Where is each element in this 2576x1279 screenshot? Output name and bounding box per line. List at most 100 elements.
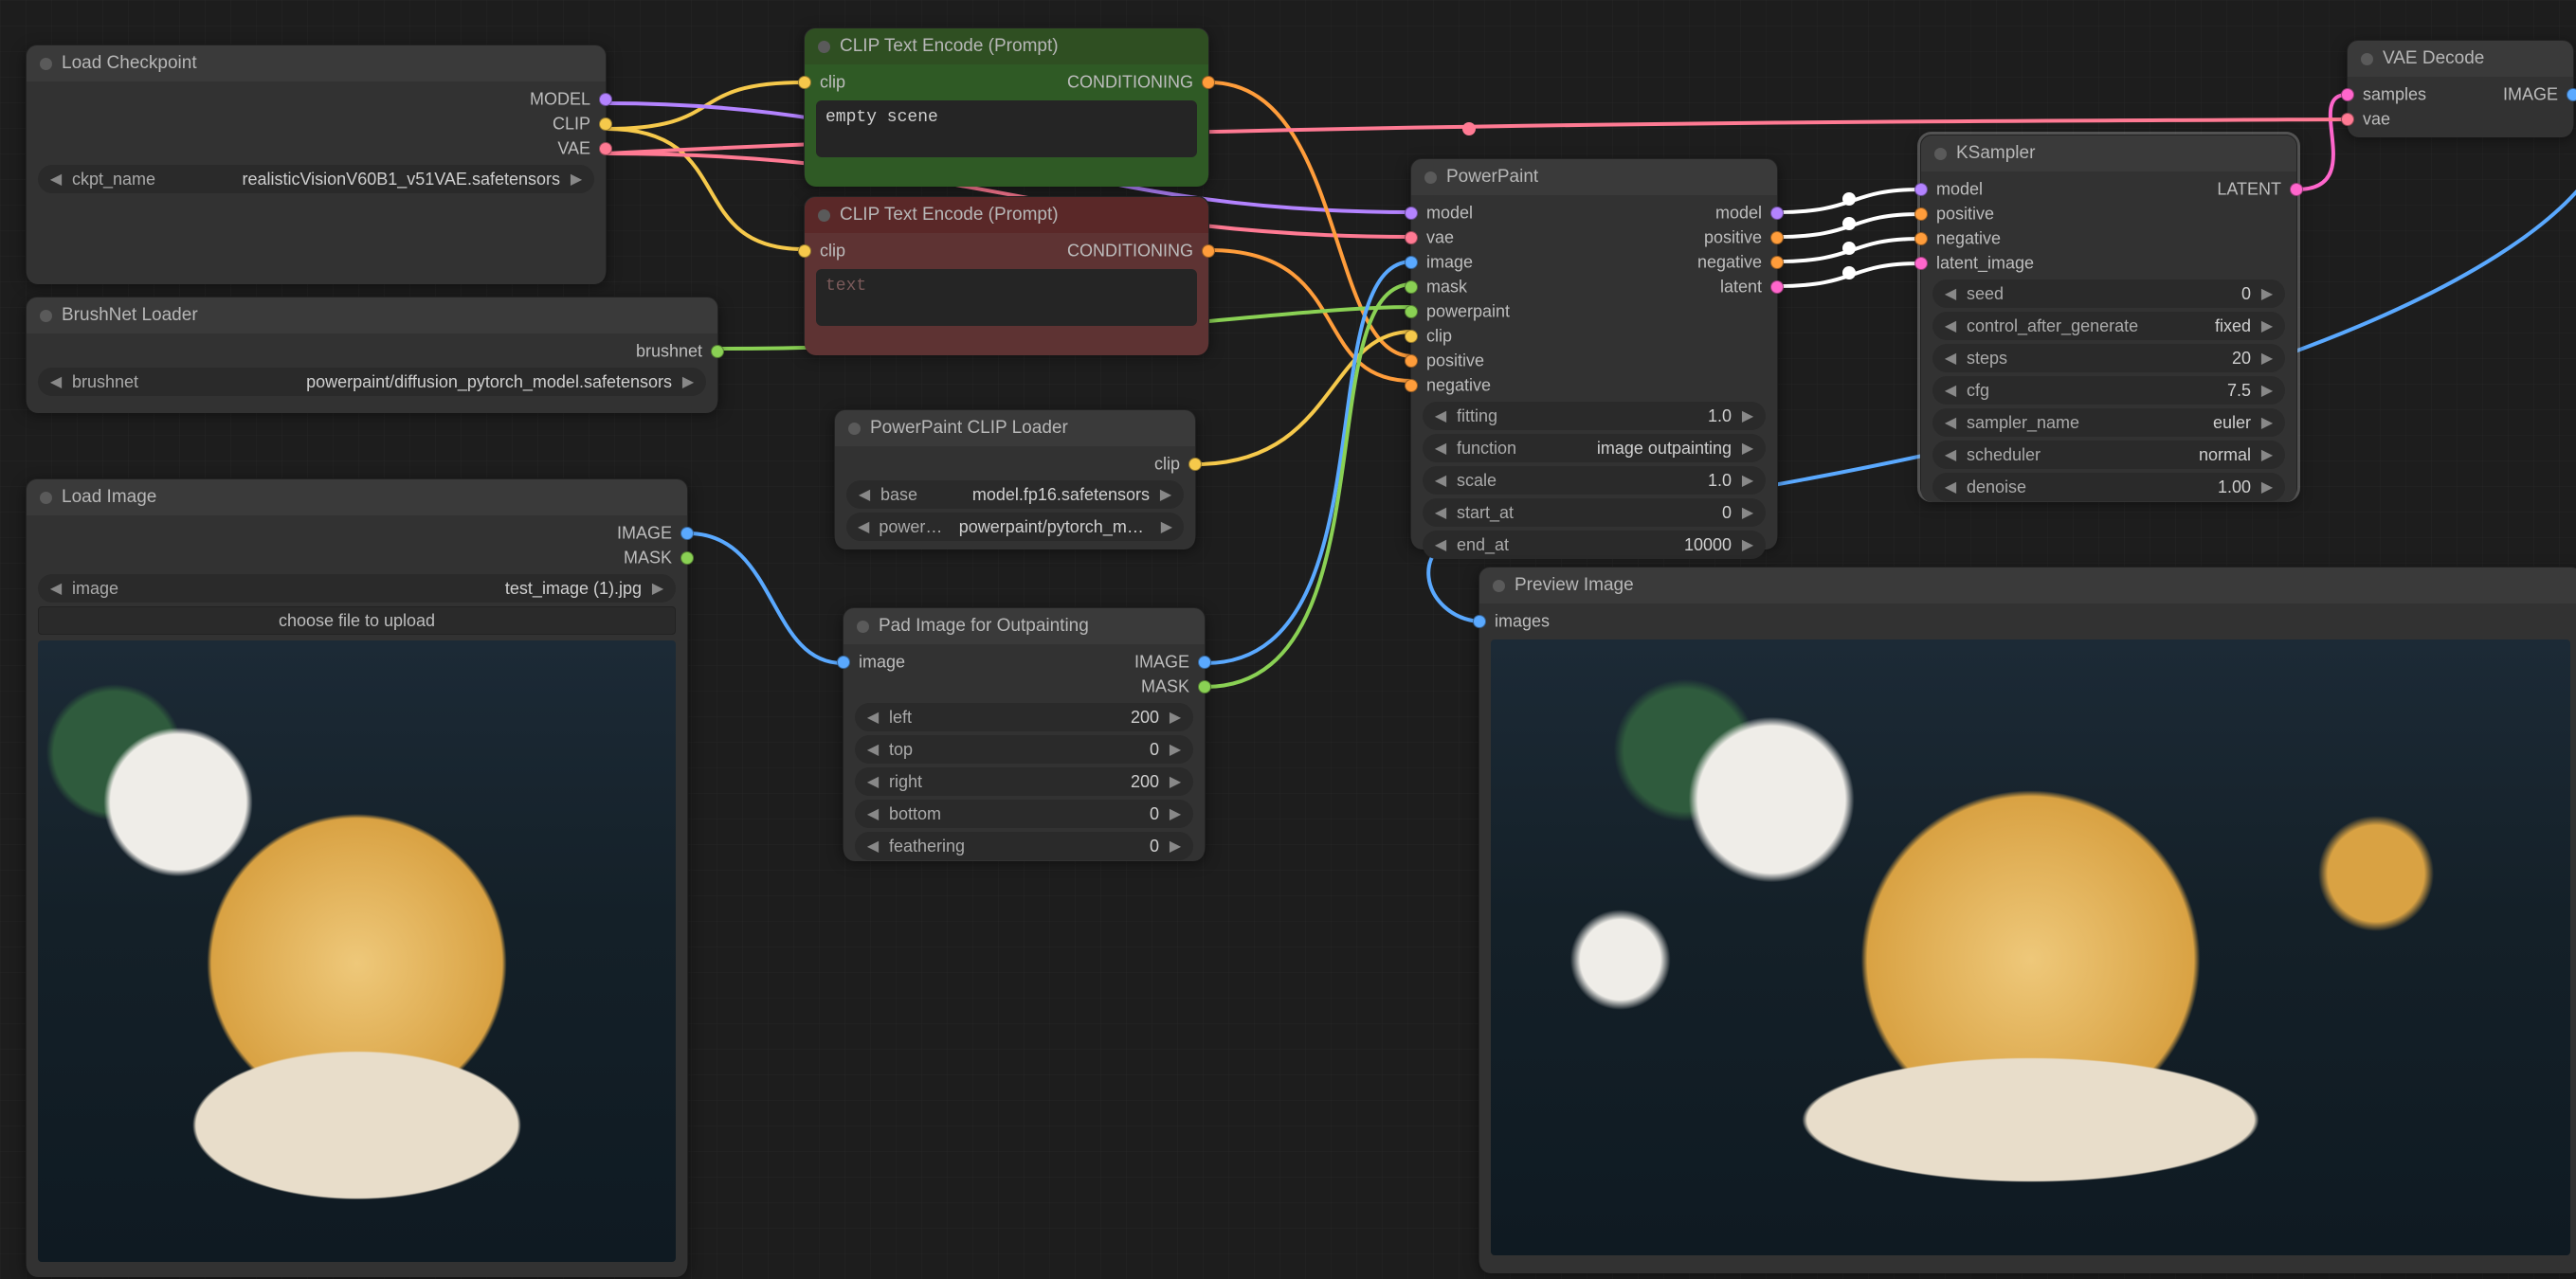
arrow-right-icon[interactable]: ▶: [1741, 471, 1754, 490]
node-vae-decode[interactable]: VAE Decode samplesIMAGE vae: [2347, 40, 2574, 135]
control-combo[interactable]: ◀control_after_generatefixed▶: [1932, 312, 2285, 340]
arrow-right-icon[interactable]: ▶: [2260, 316, 2274, 335]
port-latent-image-in[interactable]: [1914, 257, 1928, 270]
prompt-textarea[interactable]: empty scene: [816, 100, 1197, 157]
port-negative-out[interactable]: [1770, 256, 1784, 269]
node-pad-image[interactable]: Pad Image for Outpainting image IMAGE MA…: [843, 607, 1206, 858]
right-input[interactable]: ◀right200▶: [855, 767, 1193, 796]
prompt-textarea[interactable]: text: [816, 269, 1197, 326]
node-clip-negative[interactable]: CLIP Text Encode (Prompt) clip CONDITION…: [804, 196, 1209, 352]
scale-input[interactable]: ◀scale1.0▶: [1423, 466, 1766, 495]
arrow-left-icon[interactable]: ◀: [1434, 406, 1447, 425]
port-positive-out[interactable]: [1770, 231, 1784, 244]
port-latent-out[interactable]: [2290, 183, 2303, 196]
start-at-input[interactable]: ◀start_at0▶: [1423, 498, 1766, 527]
port-images-in[interactable]: [1473, 615, 1486, 628]
fitting-input[interactable]: ◀fitting1.0▶: [1423, 402, 1766, 430]
port-vae[interactable]: [599, 142, 612, 155]
collapse-icon[interactable]: [857, 621, 869, 633]
arrow-left-icon[interactable]: ◀: [858, 485, 871, 504]
arrow-right-icon[interactable]: ▶: [1169, 740, 1182, 759]
port-vae-in[interactable]: [1405, 231, 1418, 244]
arrow-right-icon[interactable]: ▶: [2260, 349, 2274, 368]
arrow-left-icon[interactable]: ◀: [1944, 316, 1957, 335]
seed-input[interactable]: ◀seed0▶: [1932, 279, 2285, 308]
sampler-combo[interactable]: ◀sampler_nameeuler▶: [1932, 408, 2285, 437]
arrow-left-icon[interactable]: ◀: [49, 579, 63, 598]
port-conditioning[interactable]: [1202, 76, 1215, 89]
port-clip-in[interactable]: [1405, 330, 1418, 343]
arrow-right-icon[interactable]: ▶: [570, 170, 583, 189]
brushnet-combo[interactable]: ◀ brushnet powerpaint/diffusion_pytorch_…: [38, 368, 706, 396]
port-model-out[interactable]: [1770, 207, 1784, 220]
port-mask-in[interactable]: [1405, 280, 1418, 294]
arrow-right-icon[interactable]: ▶: [2260, 413, 2274, 432]
arrow-left-icon[interactable]: ◀: [49, 170, 63, 189]
port-samples-in[interactable]: [2341, 88, 2354, 101]
arrow-left-icon[interactable]: ◀: [866, 837, 880, 856]
port-conditioning[interactable]: [1202, 244, 1215, 258]
port-model-in[interactable]: [1914, 183, 1928, 196]
arrow-left-icon[interactable]: ◀: [49, 372, 63, 391]
arrow-right-icon[interactable]: ▶: [651, 579, 664, 598]
node-load-checkpoint[interactable]: Load Checkpoint MODEL CLIP VAE ◀ ckpt_na…: [26, 45, 607, 281]
collapse-icon[interactable]: [2361, 53, 2373, 65]
arrow-right-icon[interactable]: ▶: [1741, 535, 1754, 554]
arrow-right-icon[interactable]: ▶: [1169, 804, 1182, 823]
port-clip[interactable]: [1188, 458, 1202, 471]
arrow-right-icon[interactable]: ▶: [2260, 477, 2274, 496]
image-combo[interactable]: ◀ image test_image (1).jpg ▶: [38, 574, 676, 603]
port-negative-in[interactable]: [1914, 232, 1928, 245]
port-image-out[interactable]: [2567, 88, 2576, 101]
node-pp-clip-loader[interactable]: PowerPaint CLIP Loader clip ◀basemodel.f…: [834, 409, 1196, 547]
port-positive-in[interactable]: [1405, 354, 1418, 368]
powerpaint-combo[interactable]: ◀powerpaintpowerpaint/pytorch_model.bin▶: [846, 513, 1184, 541]
port-image-out[interactable]: [1198, 656, 1211, 669]
port-model[interactable]: [599, 93, 612, 106]
arrow-right-icon[interactable]: ▶: [1169, 772, 1182, 791]
arrow-left-icon[interactable]: ◀: [1944, 284, 1957, 303]
arrow-right-icon[interactable]: ▶: [2260, 284, 2274, 303]
arrow-left-icon[interactable]: ◀: [1944, 445, 1957, 464]
arrow-right-icon[interactable]: ▶: [2260, 381, 2274, 400]
collapse-icon[interactable]: [40, 310, 52, 322]
collapse-icon[interactable]: [1424, 171, 1437, 184]
function-combo[interactable]: ◀functionimage outpainting▶: [1423, 434, 1766, 462]
arrow-left-icon[interactable]: ◀: [1434, 535, 1447, 554]
collapse-icon[interactable]: [40, 58, 52, 70]
arrow-left-icon[interactable]: ◀: [866, 708, 880, 727]
port-mask-out[interactable]: [1198, 680, 1211, 694]
node-brushnet-loader[interactable]: BrushNet Loader brushnet ◀ brushnet powe…: [26, 297, 718, 410]
arrow-left-icon[interactable]: ◀: [1434, 503, 1447, 522]
arrow-right-icon[interactable]: ▶: [1161, 517, 1172, 536]
collapse-icon[interactable]: [1493, 580, 1505, 592]
arrow-left-icon[interactable]: ◀: [858, 517, 869, 536]
collapse-icon[interactable]: [818, 209, 830, 222]
feathering-input[interactable]: ◀feathering0▶: [855, 832, 1193, 860]
arrow-left-icon[interactable]: ◀: [1944, 477, 1957, 496]
ckpt-name-combo[interactable]: ◀ ckpt_name realisticVisionV60B1_v51VAE.…: [38, 165, 594, 193]
upload-button[interactable]: choose file to upload: [38, 606, 676, 635]
collapse-icon[interactable]: [848, 423, 861, 435]
arrow-right-icon[interactable]: ▶: [1741, 503, 1754, 522]
cfg-input[interactable]: ◀cfg7.5▶: [1932, 376, 2285, 405]
arrow-right-icon[interactable]: ▶: [1159, 485, 1172, 504]
port-vae-in[interactable]: [2341, 113, 2354, 126]
arrow-right-icon[interactable]: ▶: [681, 372, 695, 391]
steps-input[interactable]: ◀steps20▶: [1932, 344, 2285, 372]
arrow-left-icon[interactable]: ◀: [866, 804, 880, 823]
arrow-left-icon[interactable]: ◀: [1944, 349, 1957, 368]
collapse-icon[interactable]: [818, 41, 830, 53]
port-image-in[interactable]: [837, 656, 850, 669]
arrow-right-icon[interactable]: ▶: [1741, 406, 1754, 425]
port-latent-out[interactable]: [1770, 280, 1784, 294]
arrow-right-icon[interactable]: ▶: [1169, 708, 1182, 727]
bottom-input[interactable]: ◀bottom0▶: [855, 800, 1193, 828]
node-clip-positive[interactable]: CLIP Text Encode (Prompt) clip CONDITION…: [804, 27, 1209, 184]
arrow-left-icon[interactable]: ◀: [1434, 439, 1447, 458]
denoise-input[interactable]: ◀denoise1.00▶: [1932, 473, 2285, 501]
base-combo[interactable]: ◀basemodel.fp16.safetensors▶: [846, 480, 1184, 509]
port-brushnet[interactable]: [711, 345, 724, 358]
scheduler-combo[interactable]: ◀schedulernormal▶: [1932, 441, 2285, 469]
node-powerpaint[interactable]: PowerPaint modelmodel vaepositive imagen…: [1410, 158, 1778, 547]
